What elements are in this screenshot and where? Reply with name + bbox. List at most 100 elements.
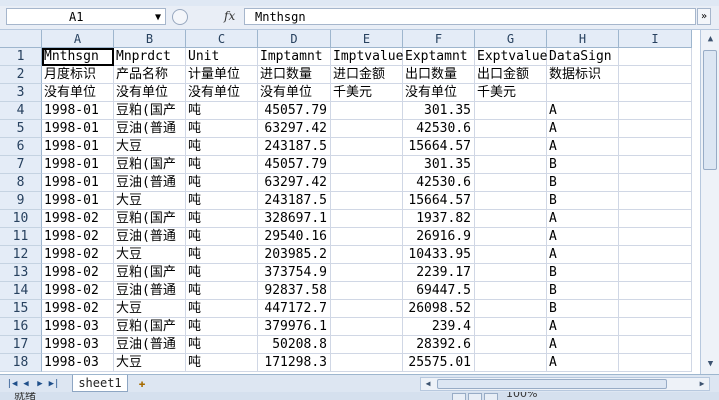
table-cell[interactable]: 吨 [186,102,258,120]
table-cell[interactable] [475,138,547,156]
table-cell[interactable]: 1937.82 [403,210,475,228]
zoom-level[interactable]: 100% [506,392,537,400]
row-header[interactable]: 6 [0,138,42,156]
vertical-scroll-thumb[interactable] [703,50,717,170]
table-cell[interactable]: 45057.79 [258,156,331,174]
table-cell[interactable] [475,192,547,210]
table-cell[interactable]: 1998-01 [42,174,114,192]
table-cell[interactable]: 没有单位 [186,84,258,102]
table-cell[interactable]: A [547,120,619,138]
row-header[interactable]: 15 [0,300,42,318]
table-cell[interactable] [475,336,547,354]
table-cell[interactable]: B [547,174,619,192]
table-cell[interactable] [619,66,692,84]
table-cell[interactable]: 243187.5 [258,192,331,210]
vertical-scrollbar[interactable]: ▲ ▼ [700,30,719,374]
table-cell[interactable]: 没有单位 [403,84,475,102]
table-cell[interactable]: 26098.52 [403,300,475,318]
table-cell[interactable] [331,336,403,354]
table-cell[interactable]: 203985.2 [258,246,331,264]
table-cell[interactable]: 1998-01 [42,138,114,156]
table-cell[interactable] [475,228,547,246]
table-cell[interactable]: 吨 [186,120,258,138]
table-cell[interactable]: 26916.9 [403,228,475,246]
table-cell[interactable]: 豆油(普通 [114,174,186,192]
row-header[interactable]: 2 [0,66,42,84]
table-cell[interactable]: 没有单位 [258,84,331,102]
table-cell[interactable]: Mnthsgn [42,48,114,66]
table-cell[interactable]: 产品名称 [114,66,186,84]
table-cell[interactable]: A [547,354,619,372]
table-cell[interactable]: 月度标识 [42,66,114,84]
scroll-right-icon[interactable]: ▶ [696,378,708,390]
column-header-e[interactable]: E [331,30,403,48]
table-cell[interactable]: B [547,300,619,318]
table-cell[interactable] [331,228,403,246]
table-cell[interactable]: 吨 [186,228,258,246]
table-cell[interactable] [331,264,403,282]
table-cell[interactable]: 69447.5 [403,282,475,300]
table-cell[interactable]: Unit [186,48,258,66]
table-cell[interactable] [619,336,692,354]
table-cell[interactable] [619,48,692,66]
table-cell[interactable]: Mnprdct [114,48,186,66]
table-cell[interactable]: 1998-02 [42,228,114,246]
table-cell[interactable] [475,246,547,264]
row-header[interactable]: 1 [0,48,42,66]
table-cell[interactable]: A [547,138,619,156]
sheet-tab-sheet1[interactable]: sheet1 [72,375,128,392]
table-cell[interactable] [619,354,692,372]
table-cell[interactable] [331,120,403,138]
table-cell[interactable] [475,282,547,300]
formula-input[interactable]: Mnthsgn [244,8,696,25]
column-header-h[interactable]: H [547,30,619,48]
table-cell[interactable]: 25575.01 [403,354,475,372]
table-cell[interactable]: A [547,210,619,228]
last-sheet-icon[interactable]: ▶| [48,377,60,391]
table-cell[interactable] [619,192,692,210]
table-cell[interactable] [331,354,403,372]
row-header[interactable]: 4 [0,102,42,120]
expand-formula-bar-icon[interactable]: » [697,8,711,25]
table-cell[interactable] [331,210,403,228]
table-cell[interactable]: 171298.3 [258,354,331,372]
table-cell[interactable]: 进口金额 [331,66,403,84]
row-header[interactable]: 3 [0,84,42,102]
first-sheet-icon[interactable]: |◀ [6,377,18,391]
table-cell[interactable] [475,174,547,192]
table-cell[interactable]: 1998-01 [42,156,114,174]
table-cell[interactable]: 吨 [186,318,258,336]
table-cell[interactable]: 进口数量 [258,66,331,84]
table-cell[interactable]: 没有单位 [114,84,186,102]
normal-view-icon[interactable] [452,393,466,400]
table-cell[interactable]: 1998-02 [42,246,114,264]
table-cell[interactable] [475,210,547,228]
table-cell[interactable]: A [547,336,619,354]
table-cell[interactable]: 豆油(普通 [114,120,186,138]
table-cell[interactable]: 吨 [186,210,258,228]
table-cell[interactable] [475,264,547,282]
table-cell[interactable]: Exptvalue [475,48,547,66]
table-cell[interactable]: 吨 [186,300,258,318]
table-cell[interactable] [547,84,619,102]
table-cell[interactable]: 吨 [186,264,258,282]
table-cell[interactable] [475,318,547,336]
chevron-down-icon[interactable]: ▼ [155,9,161,26]
table-cell[interactable]: 吨 [186,246,258,264]
table-cell[interactable] [475,354,547,372]
table-cell[interactable]: A [547,246,619,264]
table-cell[interactable]: 吨 [186,282,258,300]
table-cell[interactable]: 大豆 [114,246,186,264]
table-cell[interactable] [475,102,547,120]
row-header[interactable]: 18 [0,354,42,372]
table-cell[interactable] [475,156,547,174]
table-cell[interactable]: B [547,282,619,300]
table-cell[interactable] [475,300,547,318]
table-cell[interactable] [331,102,403,120]
table-cell[interactable] [619,264,692,282]
page-layout-view-icon[interactable] [468,393,482,400]
table-cell[interactable]: 豆粕(国产 [114,210,186,228]
table-cell[interactable]: 没有单位 [42,84,114,102]
insert-function-button[interactable]: fx [224,8,235,25]
row-header[interactable]: 14 [0,282,42,300]
